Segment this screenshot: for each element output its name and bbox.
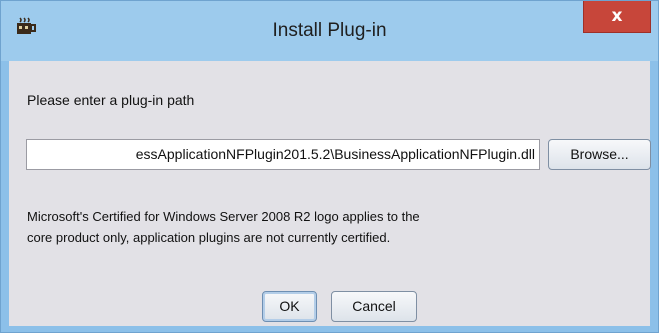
dialog-body: Please enter a plug-in path essApplicati… (9, 61, 651, 326)
cancel-button[interactable]: Cancel (331, 291, 417, 322)
install-plugin-dialog: Install Plug-in x Please enter a plug-in… (0, 0, 659, 333)
notice-line: Microsoft's Certified for Windows Server… (27, 209, 420, 224)
ok-button[interactable]: OK (262, 291, 317, 322)
title-bar[interactable]: Install Plug-in x (1, 1, 658, 61)
browse-button[interactable]: Browse... (548, 139, 651, 170)
close-button[interactable]: x (583, 1, 651, 33)
plugin-path-input[interactable]: essApplicationNFPlugin201.5.2\BusinessAp… (26, 139, 540, 170)
certification-notice: Microsoft's Certified for Windows Server… (27, 206, 420, 248)
plugin-path-value: essApplicationNFPlugin201.5.2\BusinessAp… (135, 146, 535, 162)
path-prompt-label: Please enter a plug-in path (27, 92, 195, 108)
window-title: Install Plug-in (272, 20, 387, 41)
notice-line: core product only, application plugins a… (27, 230, 391, 245)
close-icon: x (611, 6, 623, 26)
